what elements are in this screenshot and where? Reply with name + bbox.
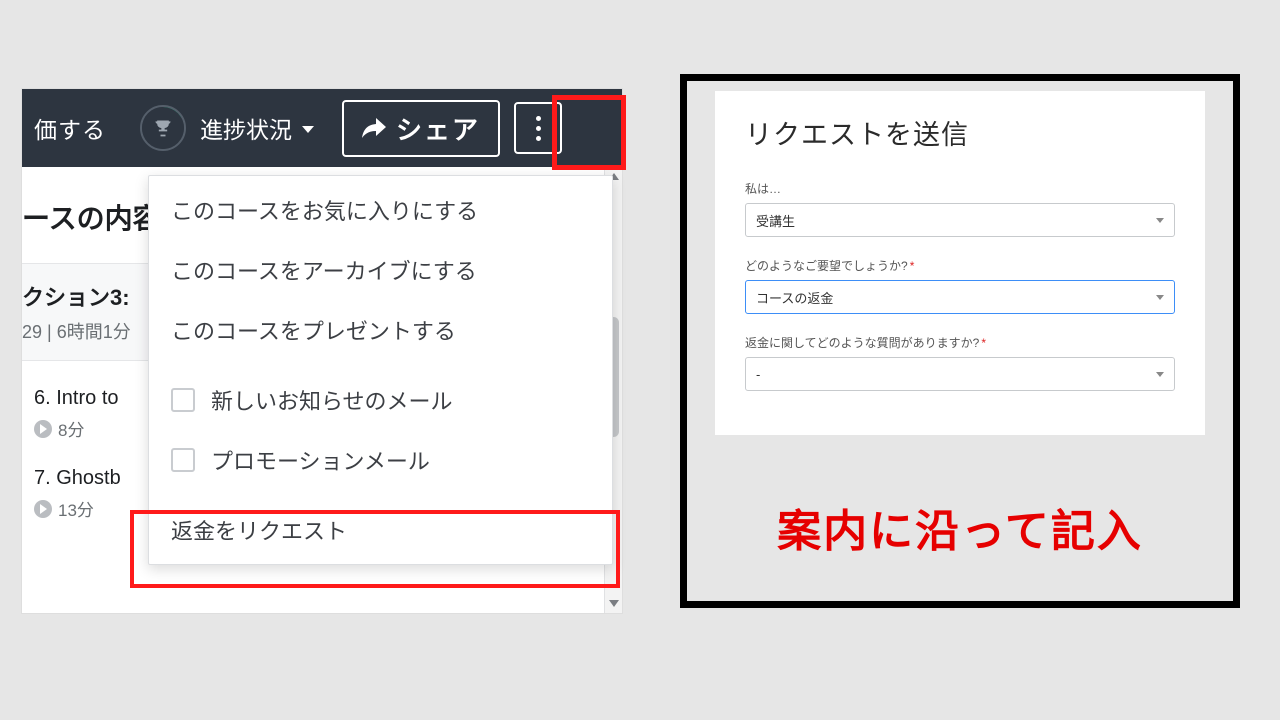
- header-bar: 価する 進捗状況 シェア: [22, 89, 622, 167]
- trophy-icon: [153, 118, 173, 138]
- rate-link[interactable]: 価する: [34, 111, 106, 145]
- request-form-card: リクエストを送信 私は… 受講生 どのようなご要望でしょうか? コースの返金 返…: [715, 91, 1205, 435]
- progress-dropdown[interactable]: 進捗状況: [200, 111, 314, 145]
- field2-label: どのようなご要望でしょうか?: [745, 257, 1175, 274]
- field2-value: コースの返金: [756, 288, 833, 307]
- field1-value: 受講生: [756, 211, 795, 230]
- field2-select[interactable]: コースの返金: [745, 280, 1175, 314]
- more-options-button[interactable]: [514, 102, 562, 154]
- play-icon: [34, 420, 52, 438]
- scroll-down-icon[interactable]: [609, 600, 619, 607]
- request-form-panel: リクエストを送信 私は… 受講生 どのようなご要望でしょうか? コースの返金 返…: [680, 74, 1240, 608]
- chevron-down-icon: [298, 115, 314, 142]
- share-label: シェア: [396, 110, 480, 147]
- progress-label-text: 進捗状況: [200, 111, 292, 145]
- field3-label: 返金に関してどのような質問がありますか?: [745, 334, 1175, 351]
- checkbox-icon[interactable]: [171, 388, 195, 412]
- field1-label: 私は…: [745, 180, 1175, 197]
- dropdown-arrow-icon: [1156, 372, 1164, 377]
- menu-favorite[interactable]: このコースをお気に入りにする: [149, 180, 612, 240]
- field1-select[interactable]: 受講生: [745, 203, 1175, 237]
- share-arrow-icon: [362, 118, 386, 138]
- dropdown-arrow-icon: [1156, 218, 1164, 223]
- menu-mail-news-label: 新しいお知らせのメール: [211, 384, 453, 416]
- field3-value: -: [756, 367, 760, 382]
- menu-mail-promo-label: プロモーションメール: [211, 444, 430, 476]
- play-icon: [34, 500, 52, 518]
- menu-gift[interactable]: このコースをプレゼントする: [149, 300, 612, 360]
- form-title: リクエストを送信: [745, 113, 1175, 152]
- menu-mail-promo[interactable]: プロモーションメール: [149, 430, 612, 490]
- lesson-duration: 13分: [58, 496, 94, 521]
- field3-select[interactable]: -: [745, 357, 1175, 391]
- share-button[interactable]: シェア: [342, 100, 500, 157]
- checkbox-icon[interactable]: [171, 448, 195, 472]
- lesson-duration: 8分: [58, 416, 84, 441]
- progress-trophy[interactable]: [140, 105, 186, 151]
- annotation-instruction: 案内に沿って記入: [777, 495, 1143, 559]
- menu-refund-request[interactable]: 返金をリクエスト: [149, 500, 612, 560]
- more-options-menu: このコースをお気に入りにする このコースをアーカイブにする このコースをプレゼン…: [148, 175, 613, 565]
- dropdown-arrow-icon: [1156, 295, 1164, 300]
- menu-mail-news[interactable]: 新しいお知らせのメール: [149, 370, 612, 430]
- menu-archive[interactable]: このコースをアーカイブにする: [149, 240, 612, 300]
